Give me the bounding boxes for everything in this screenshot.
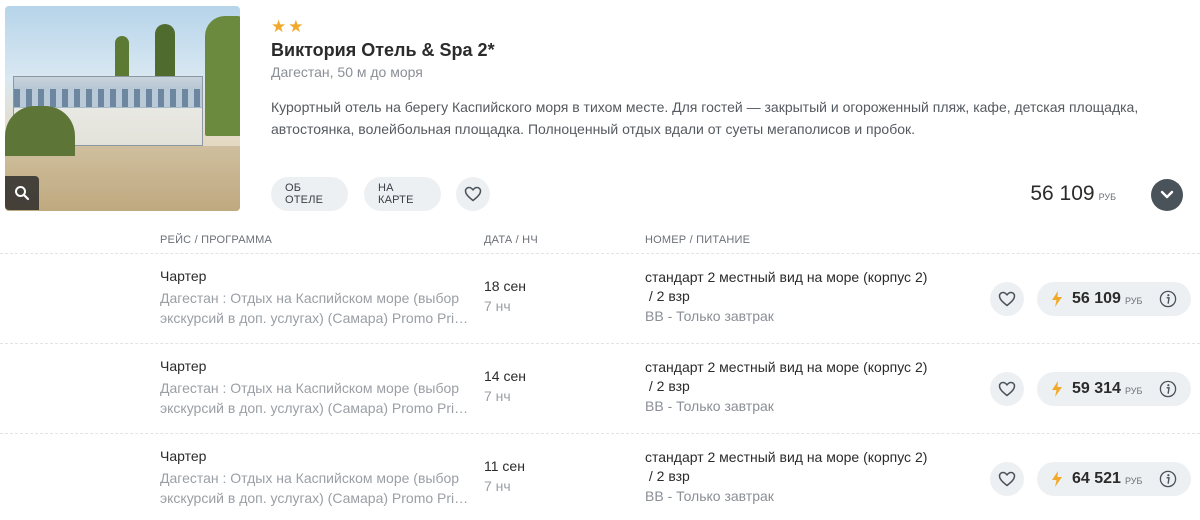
favorite-offer-button[interactable] (990, 282, 1024, 316)
book-offer-button[interactable]: 56 109 РУБ (1037, 282, 1191, 316)
star-icon: ★ (288, 17, 304, 36)
favorite-hotel-button[interactable] (456, 177, 490, 211)
heart-icon (998, 381, 1016, 397)
table-row: Чартер Дагестан : Отдых на Каспийском мо… (0, 434, 1200, 520)
meal-plan: BB - Только завтрак (645, 398, 774, 414)
hotel-min-price: 56 109 РУБ (1030, 182, 1116, 206)
column-header-room: НОМЕР / ПИТАНИЕ (645, 234, 751, 246)
room-type: стандарт 2 местный вид на море (корпус 2… (645, 358, 965, 396)
room-type: стандарт 2 местный вид на море (корпус 2… (645, 448, 965, 486)
hotel-stars: ★ ★ (271, 18, 304, 35)
program-name: Дагестан : Отдых на Каспийском море (выб… (160, 468, 472, 508)
photo-zoom-button[interactable] (5, 176, 39, 210)
offer-price: 56 109 (1072, 290, 1121, 307)
hotel-name[interactable]: Виктория Отель & Spa 2* (271, 40, 495, 61)
room-name: стандарт 2 местный вид на море (корпус 2… (645, 359, 928, 375)
program-name: Дагестан : Отдых на Каспийском море (выб… (160, 288, 472, 328)
lightning-icon (1051, 291, 1065, 307)
info-icon[interactable] (1159, 470, 1177, 488)
program-line: экскурсий в доп. услугах) (Самара) Promo… (160, 490, 469, 506)
room-name: стандарт 2 местный вид на море (корпус 2… (645, 449, 928, 465)
nights-count: 7 нч (484, 298, 511, 314)
room-type: стандарт 2 местный вид на море (корпус 2… (645, 268, 965, 306)
offer-currency: РУБ (1124, 296, 1143, 306)
flight-type: Чартер (160, 268, 207, 284)
expand-offers-button[interactable] (1151, 179, 1183, 211)
favorite-offer-button[interactable] (990, 462, 1024, 496)
nights-count: 7 нч (484, 388, 511, 404)
meal-plan: BB - Только завтрак (645, 488, 774, 504)
meal-plan: BB - Только завтрак (645, 308, 774, 324)
photo-bush (5, 106, 75, 156)
heart-icon (464, 186, 482, 202)
offer-currency: РУБ (1124, 386, 1143, 396)
hotel-description: Курортный отель на берегу Каспийского мо… (271, 99, 1139, 137)
nights-count: 7 нч (484, 478, 511, 494)
room-name: стандарт 2 местный вид на море (корпус 2… (645, 269, 928, 285)
photo-tree (205, 16, 240, 136)
star-icon: ★ (271, 17, 287, 36)
program-line: Дагестан : Отдых на Каспийском море (выб… (160, 290, 460, 306)
favorite-offer-button[interactable] (990, 372, 1024, 406)
departure-date: 14 сен (484, 368, 526, 384)
column-header-flight: РЕЙС / ПРОГРАММА (160, 234, 273, 246)
program-line: экскурсий в доп. услугах) (Самара) Promo… (160, 310, 469, 326)
flight-type: Чартер (160, 358, 207, 374)
room-guests: / 2 взр (645, 288, 690, 304)
column-header-date: ДАТА / НЧ (484, 234, 538, 246)
offer-currency: РУБ (1124, 476, 1143, 486)
hotel-location: Дагестан, 50 м до моря (271, 64, 423, 80)
price-currency: РУБ (1098, 192, 1116, 202)
show-on-map-button[interactable]: НА КАРТЕ (364, 177, 441, 211)
table-row: Чартер Дагестан : Отдых на Каспийском мо… (0, 254, 1200, 344)
book-offer-button[interactable]: 64 521 РУБ (1037, 462, 1191, 496)
hotel-photo[interactable] (5, 6, 240, 211)
search-icon (15, 186, 30, 201)
lightning-icon (1051, 381, 1065, 397)
offer-price: 64 521 (1072, 470, 1121, 487)
info-icon[interactable] (1159, 290, 1177, 308)
book-offer-button[interactable]: 59 314 РУБ (1037, 372, 1191, 406)
departure-date: 11 сен (484, 458, 525, 474)
program-line: экскурсий в доп. услугах) (Самара) Promo… (160, 400, 469, 416)
table-row: Чартер Дагестан : Отдых на Каспийском мо… (0, 344, 1200, 434)
program-line: Дагестан : Отдых на Каспийском море (выб… (160, 470, 460, 486)
price-amount: 56 109 (1030, 182, 1095, 205)
room-guests: / 2 взр (645, 468, 690, 484)
departure-date: 18 сен (484, 278, 526, 294)
chevron-down-icon (1160, 190, 1174, 199)
offer-price: 59 314 (1072, 380, 1121, 397)
program-line: Дагестан : Отдых на Каспийском море (выб… (160, 380, 460, 396)
info-icon[interactable] (1159, 380, 1177, 398)
flight-type: Чартер (160, 448, 207, 464)
about-hotel-button[interactable]: ОБ ОТЕЛЕ (271, 177, 348, 211)
room-guests: / 2 взр (645, 378, 690, 394)
lightning-icon (1051, 471, 1065, 487)
heart-icon (998, 471, 1016, 487)
program-name: Дагестан : Отдых на Каспийском море (выб… (160, 378, 472, 418)
heart-icon (998, 291, 1016, 307)
